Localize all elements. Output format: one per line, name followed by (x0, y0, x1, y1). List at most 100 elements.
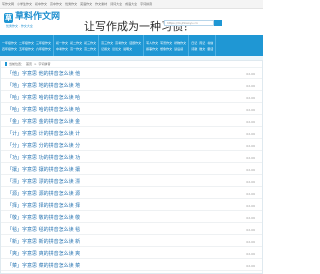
nav-link[interactable]: 童话 (207, 47, 213, 51)
list-item-title[interactable]: 「分」字意思 分的拼音怎么读 分 (7, 141, 80, 151)
list-item-title[interactable]: 「新」字意思 新的拼音怎么读 新 (7, 237, 80, 247)
list-item-title[interactable]: 「源」字意思 源的拼音怎么读 源 (7, 189, 80, 199)
site-header: 草 草料作文网 优秀作文 · 作文大全 让写作成为一种习惯！ https://m… (0, 9, 263, 35)
nav-link[interactable]: 说明文 (123, 47, 132, 51)
top-link[interactable]: 高中作文 (50, 0, 62, 9)
nav-link[interactable]: 议论文 (112, 47, 121, 51)
list-item[interactable]: 「计」字意思 计的拼音怎么读 计 02-06 (1, 129, 262, 139)
list-item[interactable]: 「哈」字意思 哈的拼音怎么读 哈 02-06 (1, 105, 262, 115)
search-input[interactable]: https://m.jhliaoyu.cn (164, 20, 222, 26)
nav-link[interactable]: 五年级作文 (19, 47, 34, 51)
list-item-title[interactable]: 「敬」字意思 敬的拼音怎么读 敬 (7, 213, 80, 223)
breadcrumb-marker-icon (5, 62, 7, 66)
list-item[interactable]: 「爽」字意思 爽的拼音怎么读 爽 02-06 (1, 249, 262, 259)
list-item[interactable]: 「菜」字意思 菜的拼音怎么读 菜 02-06 (1, 261, 262, 271)
nav-link[interactable]: 高二作文 (84, 47, 96, 51)
list-item[interactable]: 「金」字意思 金的拼音怎么读 金 02-06 (1, 117, 262, 127)
list-item[interactable]: 「择」字意思 择的拼音怎么读 择 02-06 (1, 201, 262, 211)
nav-link[interactable]: 记叙文 (101, 47, 110, 51)
top-link[interactable]: 作文素材 (95, 0, 107, 9)
list-item-title[interactable]: 「哈」字意思 哈的拼音怎么读 哈 (7, 93, 80, 103)
list-item-date: 02-06 (246, 107, 255, 112)
nav-column: 写人作文 写景作文 状物作文 叙事作文 想象作文 读后感 (144, 35, 190, 56)
top-link-bar: 写作文网 小学生作文 初中作文 高中作文 优秀作文 英语作文 作文素材 诗词大全… (0, 0, 263, 9)
nav-link[interactable]: 日记 (191, 41, 197, 45)
list-item-date: 02-06 (246, 227, 255, 232)
site-logo[interactable]: 草 草料作文网 (4, 12, 60, 23)
list-item-title[interactable]: 「地」字意思 地的拼音怎么读 地 (7, 81, 80, 91)
nav-link[interactable]: 六年级作文 (36, 47, 51, 51)
nav-link[interactable]: 三年级作文 (36, 41, 51, 45)
nav-link[interactable]: 叙事作文 (146, 47, 158, 51)
top-link[interactable]: 小学生作文 (17, 0, 32, 9)
list-item-title[interactable]: 「择」字意思 择的拼音怎么读 择 (7, 201, 80, 211)
nav-column: 一年级作文 二年级作文 三年级作文 四年级作文 五年级作文 六年级作文 (0, 35, 55, 56)
list-item-title[interactable]: 「攘」字意思 攘的拼音怎么读 攘 (7, 165, 80, 175)
nav-link[interactable]: 想象作文 (160, 47, 172, 51)
breadcrumb-link[interactable]: 首页 (26, 62, 32, 66)
nav-link[interactable]: 初二作文 (70, 41, 82, 45)
list-item[interactable]: 「攘」字意思 攘的拼音怎么读 攘 02-06 (1, 165, 262, 175)
top-link[interactable]: 成语大全 (125, 0, 137, 9)
nav-link[interactable]: 写人作文 (146, 41, 158, 45)
list-item-date: 02-06 (246, 131, 255, 136)
list-item-title[interactable]: 「功」字意思 功的拼音怎么读 功 (7, 153, 80, 163)
nav-link[interactable]: 初一作文 (56, 41, 68, 45)
list-item-title[interactable]: 「漂」字意思 漂的拼音怎么读 漂 (7, 177, 80, 187)
top-link[interactable]: 优秀作文 (65, 0, 77, 9)
page: 写作文网 小学生作文 初中作文 高中作文 优秀作文 英语作文 作文素材 诗词大全… (0, 0, 263, 274)
list-item-title[interactable]: 「哈」字意思 哈的拼音怎么读 哈 (7, 105, 80, 115)
logo-subtitle: 优秀作文 · 作文大全 (6, 24, 33, 28)
nav-link[interactable]: 写景作文 (160, 41, 172, 45)
list-item-date: 02-06 (246, 191, 255, 196)
nav-link[interactable]: 高考作文 (115, 41, 127, 45)
list-item-title[interactable]: 「毯」字意思 毯的拼音怎么读 毯 (7, 225, 80, 235)
article-list: 当前位置： 首页 > 字词拼音 「他」字意思 他的拼音怎么读 他 02-06 「地」… (0, 60, 263, 274)
nav-link[interactable]: 话题作文 (129, 41, 141, 45)
list-item[interactable]: 「源」字意思 源的拼音怎么读 源 02-06 (1, 189, 262, 199)
list-item[interactable]: 「新」字意思 新的拼音怎么读 新 02-06 (1, 237, 262, 247)
list-item[interactable]: 「敬」字意思 敬的拼音怎么读 敬 02-06 (1, 213, 262, 223)
top-link[interactable]: 初中作文 (35, 0, 47, 9)
search-icon[interactable] (214, 20, 222, 26)
list-item[interactable]: 「漂」字意思 漂的拼音怎么读 漂 02-06 (1, 177, 262, 187)
list-item-date: 02-06 (246, 155, 255, 160)
top-link[interactable]: 诗词大全 (110, 0, 122, 9)
breadcrumb-link[interactable]: 字词拼音 (39, 62, 51, 66)
list-item-title[interactable]: 「金」字意思 金的拼音怎么读 金 (7, 117, 80, 127)
nav-link[interactable]: 诗歌 (191, 47, 197, 51)
breadcrumb-label: 当前位置： (9, 62, 25, 66)
nav-link[interactable]: 周记 (199, 41, 205, 45)
nav-link[interactable]: 高三作文 (101, 41, 113, 45)
nav-link[interactable]: 书信 (207, 41, 213, 45)
list-item-date: 02-06 (246, 179, 255, 184)
list-item-title[interactable]: 「计」字意思 计的拼音怎么读 计 (7, 129, 80, 139)
list-item[interactable]: 「哈」字意思 哈的拼音怎么读 哈 02-06 (1, 93, 262, 103)
top-link[interactable]: 英语作文 (80, 0, 92, 9)
list-item[interactable]: 「功」字意思 功的拼音怎么读 功 02-06 (1, 153, 262, 163)
breadcrumb-separator: > (34, 62, 37, 66)
top-link[interactable]: 字词拼音 (140, 0, 152, 9)
list-item[interactable]: 「他」字意思 他的拼音怎么读 他 02-06 (1, 69, 262, 79)
list-item[interactable]: 「地」字意思 地的拼音怎么读 地 02-06 (1, 81, 262, 91)
nav-link[interactable]: 高一作文 (70, 47, 82, 51)
nav-link[interactable]: 散文 (199, 47, 205, 51)
nav-link[interactable]: 状物作文 (174, 41, 186, 45)
top-link[interactable]: 写作文网 (2, 0, 14, 9)
list-item-title[interactable]: 「他」字意思 他的拼音怎么读 他 (7, 69, 80, 79)
list-item-title[interactable]: 「爽」字意思 爽的拼音怎么读 爽 (7, 249, 80, 259)
list-item-date: 02-06 (246, 71, 255, 76)
nav-link[interactable]: 二年级作文 (19, 41, 34, 45)
list-item[interactable]: 「分」字意思 分的拼音怎么读 分 02-06 (1, 141, 262, 151)
list-item-date: 02-06 (246, 83, 255, 88)
list-item-title[interactable]: 「菜」字意思 菜的拼音怎么读 菜 (7, 261, 80, 271)
nav-link[interactable]: 读后感 (174, 47, 183, 51)
nav-link[interactable]: 四年级作文 (2, 47, 17, 51)
category-nav: 一年级作文 二年级作文 三年级作文 四年级作文 五年级作文 六年级作文 初一作文… (0, 35, 263, 56)
nav-link[interactable]: 初三作文 (84, 41, 96, 45)
logo-icon: 草 (4, 12, 13, 23)
list-item[interactable]: 「毯」字意思 毯的拼音怎么读 毯 02-06 (1, 225, 262, 235)
nav-column: 日记 周记 书信 诗歌 散文 童话 (189, 35, 217, 56)
nav-link[interactable]: 一年级作文 (2, 41, 17, 45)
nav-link[interactable]: 中考作文 (56, 47, 68, 51)
